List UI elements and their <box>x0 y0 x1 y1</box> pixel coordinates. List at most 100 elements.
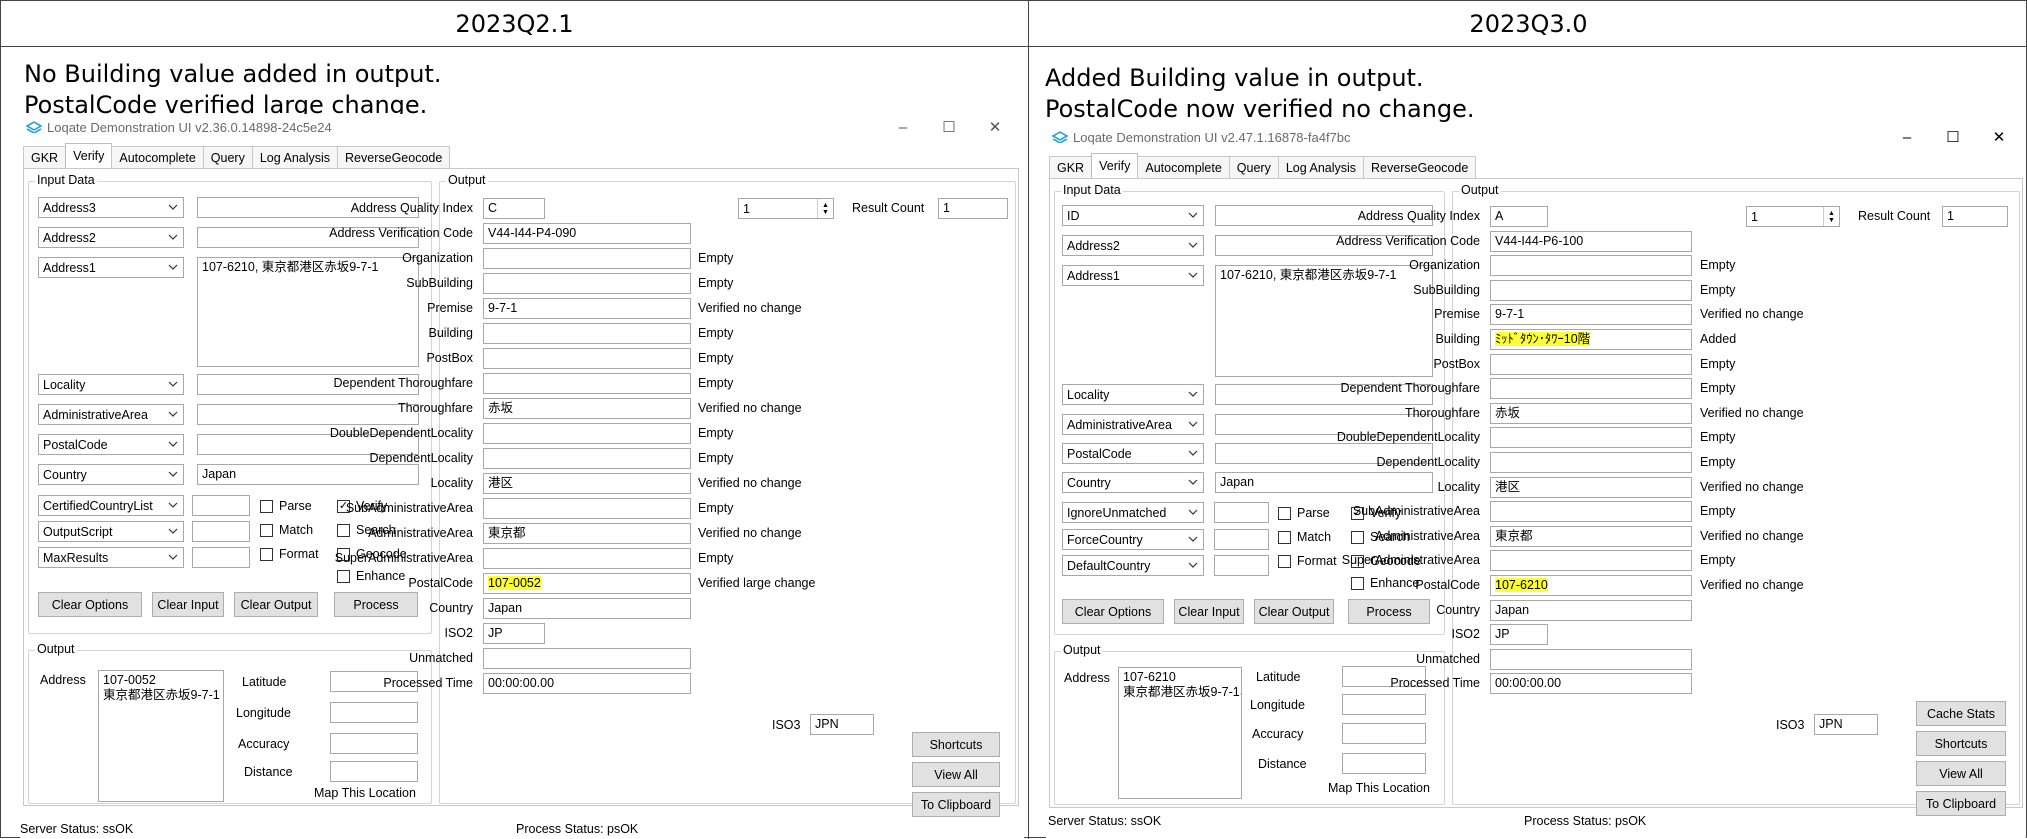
input-field-selector[interactable]: PostalCode <box>38 434 184 455</box>
accuracy-field[interactable] <box>1342 723 1426 744</box>
option-value-field[interactable] <box>1214 529 1269 550</box>
tab-query[interactable]: Query <box>202 146 253 168</box>
chevron-down-icon <box>1188 509 1198 515</box>
parse-checkbox[interactable]: Parse <box>260 499 312 513</box>
country-input[interactable]: Japan <box>197 464 419 485</box>
output-field-label: ISO2 <box>444 626 474 640</box>
view-all-button[interactable]: View All <box>1916 761 2006 786</box>
input-field-selector[interactable]: Address3 <box>38 197 184 218</box>
tab-reverse-geocode[interactable]: ReverseGeocode <box>1363 156 1477 178</box>
tab-log-analysis[interactable]: Log Analysis <box>251 146 339 168</box>
input-field-selector[interactable]: Address2 <box>1062 235 1204 256</box>
shortcuts-button[interactable]: Shortcuts <box>1916 731 2006 756</box>
tab-verify[interactable]: Verify <box>65 143 113 168</box>
cache-stats-button[interactable]: Cache Stats <box>1916 701 2006 726</box>
latitude-label: Latitude <box>242 675 287 689</box>
input-field-selector[interactable]: Country <box>1062 472 1204 493</box>
option-value-field[interactable] <box>192 495 250 516</box>
to-clipboard-button[interactable]: To Clipboard <box>912 792 1000 817</box>
input-field-selector[interactable]: Country <box>38 464 184 485</box>
input-value-field[interactable] <box>197 404 419 425</box>
tab-autocomplete[interactable]: Autocomplete <box>1137 156 1230 178</box>
option-value-field[interactable] <box>192 521 250 542</box>
clear-output-button[interactable]: Clear Output <box>234 592 318 617</box>
map-this-location-link[interactable]: Map This Location <box>1328 781 1430 795</box>
option-selector[interactable]: DefaultCountry <box>1062 555 1204 576</box>
input-field-selector[interactable]: Address1 <box>1062 265 1204 286</box>
output-field-label: SubAdministrativeArea <box>1352 504 1480 519</box>
input-field-selector[interactable]: AdministrativeArea <box>38 404 184 425</box>
maximize-button[interactable]: ☐ <box>1930 124 1976 150</box>
result-count-spinner[interactable]: 1 ▲ ▼ <box>1746 206 1840 227</box>
process-button[interactable]: Process <box>1348 599 1430 624</box>
option-selector[interactable]: CertifiedCountryList <box>38 495 184 516</box>
address1-input[interactable]: 107-6210, 東京都港区赤坂9-7-1 <box>1215 265 1433 377</box>
tab-verify[interactable]: Verify <box>1091 153 1139 178</box>
output-field-label: Locality <box>1437 479 1480 494</box>
input-field-selector[interactable]: Locality <box>1062 384 1204 405</box>
chevron-down-icon <box>1188 450 1198 456</box>
verification-status: Verified no change <box>698 301 802 315</box>
longitude-field[interactable] <box>1342 694 1426 715</box>
process-button[interactable]: Process <box>334 592 418 617</box>
result-count-spinner[interactable]: 1 ▲ ▼ <box>738 198 834 219</box>
format-checkbox[interactable]: Format <box>1278 554 1337 568</box>
tab-query[interactable]: Query <box>1228 156 1279 178</box>
address-label: Address <box>1064 671 1110 685</box>
input-field-selector[interactable]: Address1 <box>38 257 184 278</box>
spinner-arrows-icon[interactable]: ▲ ▼ <box>1823 207 1839 226</box>
close-button[interactable]: ✕ <box>1976 124 2022 150</box>
input-field-selector[interactable]: Address2 <box>38 227 184 248</box>
output-field-label: Address Quality Index <box>1357 209 1480 223</box>
option-selector[interactable]: ForceCountry <box>1062 529 1204 550</box>
tab-autocomplete[interactable]: Autocomplete <box>111 146 204 168</box>
shortcuts-button[interactable]: Shortcuts <box>912 732 1000 757</box>
clear-input-button[interactable]: Clear Input <box>152 592 224 617</box>
minimize-button[interactable]: – <box>880 114 926 140</box>
maximize-button[interactable]: ☐ <box>926 114 972 140</box>
accuracy-field[interactable] <box>330 733 418 754</box>
option-selector[interactable]: MaxResults <box>38 547 184 568</box>
country-input[interactable]: Japan <box>1215 472 1433 493</box>
option-value-field[interactable] <box>192 547 250 568</box>
enhance-checkbox[interactable]: Enhance <box>337 569 405 583</box>
clear-options-button[interactable]: Clear Options <box>38 592 142 617</box>
address1-input[interactable]: 107-6210, 東京都港区赤坂9-7-1 <box>197 257 419 367</box>
longitude-field[interactable] <box>330 702 418 723</box>
chevron-down-icon <box>1188 391 1198 397</box>
output-value-field: 港区 <box>1490 476 1692 498</box>
clear-output-button[interactable]: Clear Output <box>1254 599 1334 624</box>
tab-gkr[interactable]: GKR <box>1049 156 1093 178</box>
clear-options-button[interactable]: Clear Options <box>1062 599 1164 624</box>
close-button[interactable]: ✕ <box>972 114 1018 140</box>
enhance-checkbox[interactable]: Enhance <box>1351 576 1419 590</box>
minimize-button[interactable]: – <box>1884 124 1930 150</box>
parse-checkbox[interactable]: Parse <box>1278 506 1330 520</box>
option-selector[interactable]: IgnoreUnmatched <box>1062 502 1204 523</box>
view-all-button[interactable]: View All <box>912 762 1000 787</box>
output-value-field: 東京都 <box>1490 525 1692 547</box>
map-this-location-link[interactable]: Map This Location <box>314 786 416 800</box>
distance-label: Distance <box>244 765 293 779</box>
tab-gkr[interactable]: GKR <box>23 146 67 168</box>
format-checkbox[interactable]: Format <box>260 547 319 561</box>
to-clipboard-button[interactable]: To Clipboard <box>1916 791 2006 816</box>
input-field-selector[interactable]: ID <box>1062 205 1204 226</box>
distance-field[interactable] <box>330 761 418 782</box>
option-value-field[interactable] <box>1214 502 1269 523</box>
match-checkbox[interactable]: Match <box>260 523 313 537</box>
spinner-arrows-icon[interactable]: ▲ ▼ <box>817 199 833 218</box>
input-field-selector[interactable]: AdministrativeArea <box>1062 414 1204 435</box>
address-verification-code-field: V44-I44-P4-090 <box>483 223 691 244</box>
distance-field[interactable] <box>1342 753 1426 774</box>
input-field-selector[interactable]: Locality <box>38 374 184 395</box>
output-field-label: SubBuilding <box>1413 282 1480 297</box>
output-value-field <box>1490 255 1692 277</box>
match-checkbox[interactable]: Match <box>1278 530 1331 544</box>
tab-reverse-geocode[interactable]: ReverseGeocode <box>337 146 451 168</box>
option-value-field[interactable] <box>1214 555 1269 576</box>
option-selector[interactable]: OutputScript <box>38 521 184 542</box>
clear-input-button[interactable]: Clear Input <box>1174 599 1244 624</box>
tab-log-analysis[interactable]: Log Analysis <box>1277 156 1365 178</box>
input-field-selector[interactable]: PostalCode <box>1062 443 1204 464</box>
